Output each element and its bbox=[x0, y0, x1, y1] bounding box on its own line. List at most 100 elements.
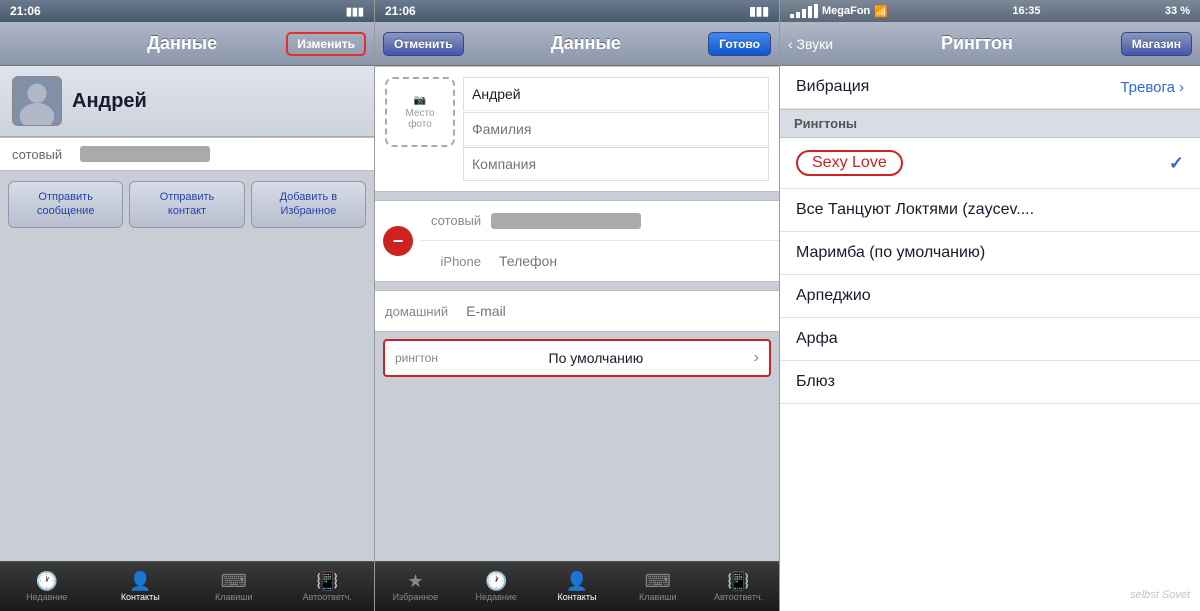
back-to-sounds-button[interactable]: ‹ Звуки bbox=[788, 36, 833, 52]
photo-placeholder-icon: 📷 bbox=[414, 95, 426, 106]
nav-bar-3: ‹ Звуки Рингтон Магазин bbox=[780, 22, 1200, 66]
ringtone-row[interactable]: рингтон По умолчанию › bbox=[383, 339, 771, 377]
action-buttons: Отправитьсообщение Отправитьконтакт Доба… bbox=[0, 171, 374, 238]
tab-keypad-1[interactable]: ⌨ Клавиши bbox=[187, 562, 281, 611]
ringtone-item-arpegio[interactable]: Арпеджио bbox=[780, 275, 1200, 318]
ringtone-name-vse-tantsuyut: Все Танцуют Локтями (zaycev.... bbox=[796, 201, 1034, 219]
ringtone-list: Sexy Love ✓ Все Танцуют Локтями (zaycev.… bbox=[780, 138, 1200, 611]
keypad-label-1: Клавиши bbox=[215, 592, 253, 602]
panel-ringtone: MegaFon 📶 16:35 33 % ‹ Звуки Рингтон Маг… bbox=[780, 0, 1200, 611]
tab-favorites-2[interactable]: ★ Избранное bbox=[375, 562, 456, 611]
tab-contacts-2[interactable]: 👤 Контакты bbox=[537, 562, 618, 611]
name-fields bbox=[463, 77, 769, 181]
remove-phone-button[interactable]: − bbox=[383, 226, 413, 256]
status-bar-1: 21:06 ▮▮▮ bbox=[0, 0, 374, 22]
ringtone-item-marimba[interactable]: Маримба (по умолчанию) bbox=[780, 232, 1200, 275]
signal-bars bbox=[790, 4, 818, 18]
shop-button[interactable]: Магазин bbox=[1121, 32, 1192, 56]
signal-bar-5 bbox=[814, 4, 818, 18]
status-bar-3: MegaFon 📶 16:35 33 % bbox=[780, 0, 1200, 22]
tab-contacts-1[interactable]: 👤 Контакты bbox=[94, 562, 188, 611]
ringtone-name-sexy-love: Sexy Love bbox=[796, 150, 903, 176]
company-input[interactable] bbox=[463, 147, 769, 181]
panel-contacts-edit: 21:06 ▮▮▮ Отменить Данные Готово 📷 Место… bbox=[375, 0, 780, 611]
battery-icon-1: ▮▮▮ bbox=[346, 5, 364, 18]
photo-placeholder[interactable]: 📷 Местофото bbox=[385, 77, 455, 147]
ringtone-item-vse-tantsuyut[interactable]: Все Танцуют Локтями (zaycev.... bbox=[780, 189, 1200, 232]
email-label: домашний bbox=[375, 304, 458, 319]
time-2: 21:06 bbox=[385, 4, 416, 18]
voicemail-label-2: Автоответч. bbox=[714, 592, 763, 602]
panel-contacts-view: 21:06 ▮▮▮ Данные Изменить Андрей сотовый… bbox=[0, 0, 375, 611]
contacts-icon-2: 👤 bbox=[566, 572, 588, 590]
contacts-icon-1: 👤 bbox=[129, 572, 151, 590]
tab-voicemail-1[interactable]: 📳 Автоответч. bbox=[281, 562, 375, 611]
status-icons-1: ▮▮▮ bbox=[346, 5, 364, 18]
tab-bar-1: 🕐 Недавние 👤 Контакты ⌨ Клавиши 📳 Автоот… bbox=[0, 561, 374, 611]
email-row: домашний bbox=[375, 291, 779, 331]
phone-value-blurred bbox=[80, 146, 210, 162]
done-button[interactable]: Готово bbox=[708, 32, 771, 56]
ringtone-item-sexy-love[interactable]: Sexy Love ✓ bbox=[780, 138, 1200, 189]
voicemail-icon-2: 📳 bbox=[727, 572, 749, 590]
phone-label: сотовый bbox=[12, 147, 72, 162]
tab-keypad-2[interactable]: ⌨ Клавиши bbox=[617, 562, 698, 611]
time-3: 16:35 bbox=[1012, 5, 1040, 17]
signal-bar-1 bbox=[790, 14, 794, 18]
contact-name: Андрей bbox=[72, 90, 147, 113]
vibration-row[interactable]: Вибрация Тревога › bbox=[780, 66, 1200, 109]
vibration-chevron-icon: › bbox=[1179, 79, 1184, 96]
panel-ringtone-inner: MegaFon 📶 16:35 33 % ‹ Звуки Рингтон Маг… bbox=[780, 0, 1200, 611]
time-1: 21:06 bbox=[10, 4, 41, 18]
keypad-icon-1: ⌨ bbox=[221, 572, 247, 590]
avatar bbox=[12, 76, 62, 126]
tab-voicemail-2[interactable]: 📳 Автоответч. bbox=[698, 562, 779, 611]
edit-button[interactable]: Изменить bbox=[286, 32, 366, 56]
recent-icon-2: 🕐 bbox=[485, 572, 507, 590]
recent-label-2: Недавние bbox=[476, 592, 517, 602]
ringtone-chevron-icon: › bbox=[754, 349, 759, 367]
cancel-button[interactable]: Отменить bbox=[383, 32, 464, 56]
signal-bar-2 bbox=[796, 12, 800, 18]
nav-title-3: Рингтон bbox=[941, 33, 1013, 54]
voicemail-label-1: Автоответч. bbox=[303, 592, 352, 602]
favorites-label-2: Избранное bbox=[393, 592, 439, 602]
ringtone-value: По умолчанию bbox=[549, 350, 644, 366]
first-name-input[interactable] bbox=[463, 77, 769, 111]
ringtone-label: рингтон bbox=[395, 351, 438, 365]
battery-level-3: 33 % bbox=[1165, 5, 1190, 17]
send-message-button[interactable]: Отправитьсообщение bbox=[8, 181, 123, 228]
photo-name-section: 📷 Местофото bbox=[375, 66, 779, 192]
iphone-phone-input[interactable] bbox=[491, 245, 779, 277]
surname-input[interactable] bbox=[463, 112, 769, 146]
vibration-value-group: Тревога › bbox=[1120, 79, 1184, 96]
vibration-value: Тревога bbox=[1120, 79, 1175, 96]
recent-label-1: Недавние bbox=[26, 592, 67, 602]
status-bar-2: 21:06 ▮▮▮ bbox=[375, 0, 779, 22]
ringtone-name-arpegio: Арпеджио bbox=[796, 287, 871, 305]
keypad-icon-2: ⌨ bbox=[645, 572, 671, 590]
contacts-label-2: Контакты bbox=[558, 592, 597, 602]
email-input[interactable] bbox=[458, 295, 779, 327]
ringtone-item-arfa[interactable]: Арфа bbox=[780, 318, 1200, 361]
tab-recent-2[interactable]: 🕐 Недавние bbox=[456, 562, 537, 611]
ringtone-item-blues[interactable]: Блюз bbox=[780, 361, 1200, 404]
contacts-label-1: Контакты bbox=[121, 592, 160, 602]
selected-checkmark-icon: ✓ bbox=[1169, 153, 1184, 174]
favorites-icon-2: ★ bbox=[407, 572, 423, 590]
keypad-label-2: Клавиши bbox=[639, 592, 677, 602]
nav-title-2: Данные bbox=[551, 33, 621, 54]
send-contact-button[interactable]: Отправитьконтакт bbox=[129, 181, 244, 228]
nav-bar-1: Данные Изменить bbox=[0, 22, 374, 66]
add-favorites-button[interactable]: Добавить вИзбранное bbox=[251, 181, 366, 228]
phone-fields: сотовый iPhone bbox=[421, 201, 779, 281]
signal-bar-4 bbox=[808, 6, 812, 18]
vibration-label: Вибрация bbox=[796, 78, 869, 96]
tab-recent-1[interactable]: 🕐 Недавние bbox=[0, 562, 94, 611]
cellular-row: сотовый bbox=[421, 201, 779, 241]
watermark: selbst Sovet bbox=[1130, 589, 1190, 601]
tab-bar-2: ★ Избранное 🕐 Недавние 👤 Контакты ⌨ Клав… bbox=[375, 561, 779, 611]
signal-bar-3 bbox=[802, 9, 806, 18]
voicemail-icon-1: 📳 bbox=[316, 572, 338, 590]
battery-icon-2: ▮▮▮ bbox=[749, 4, 769, 18]
